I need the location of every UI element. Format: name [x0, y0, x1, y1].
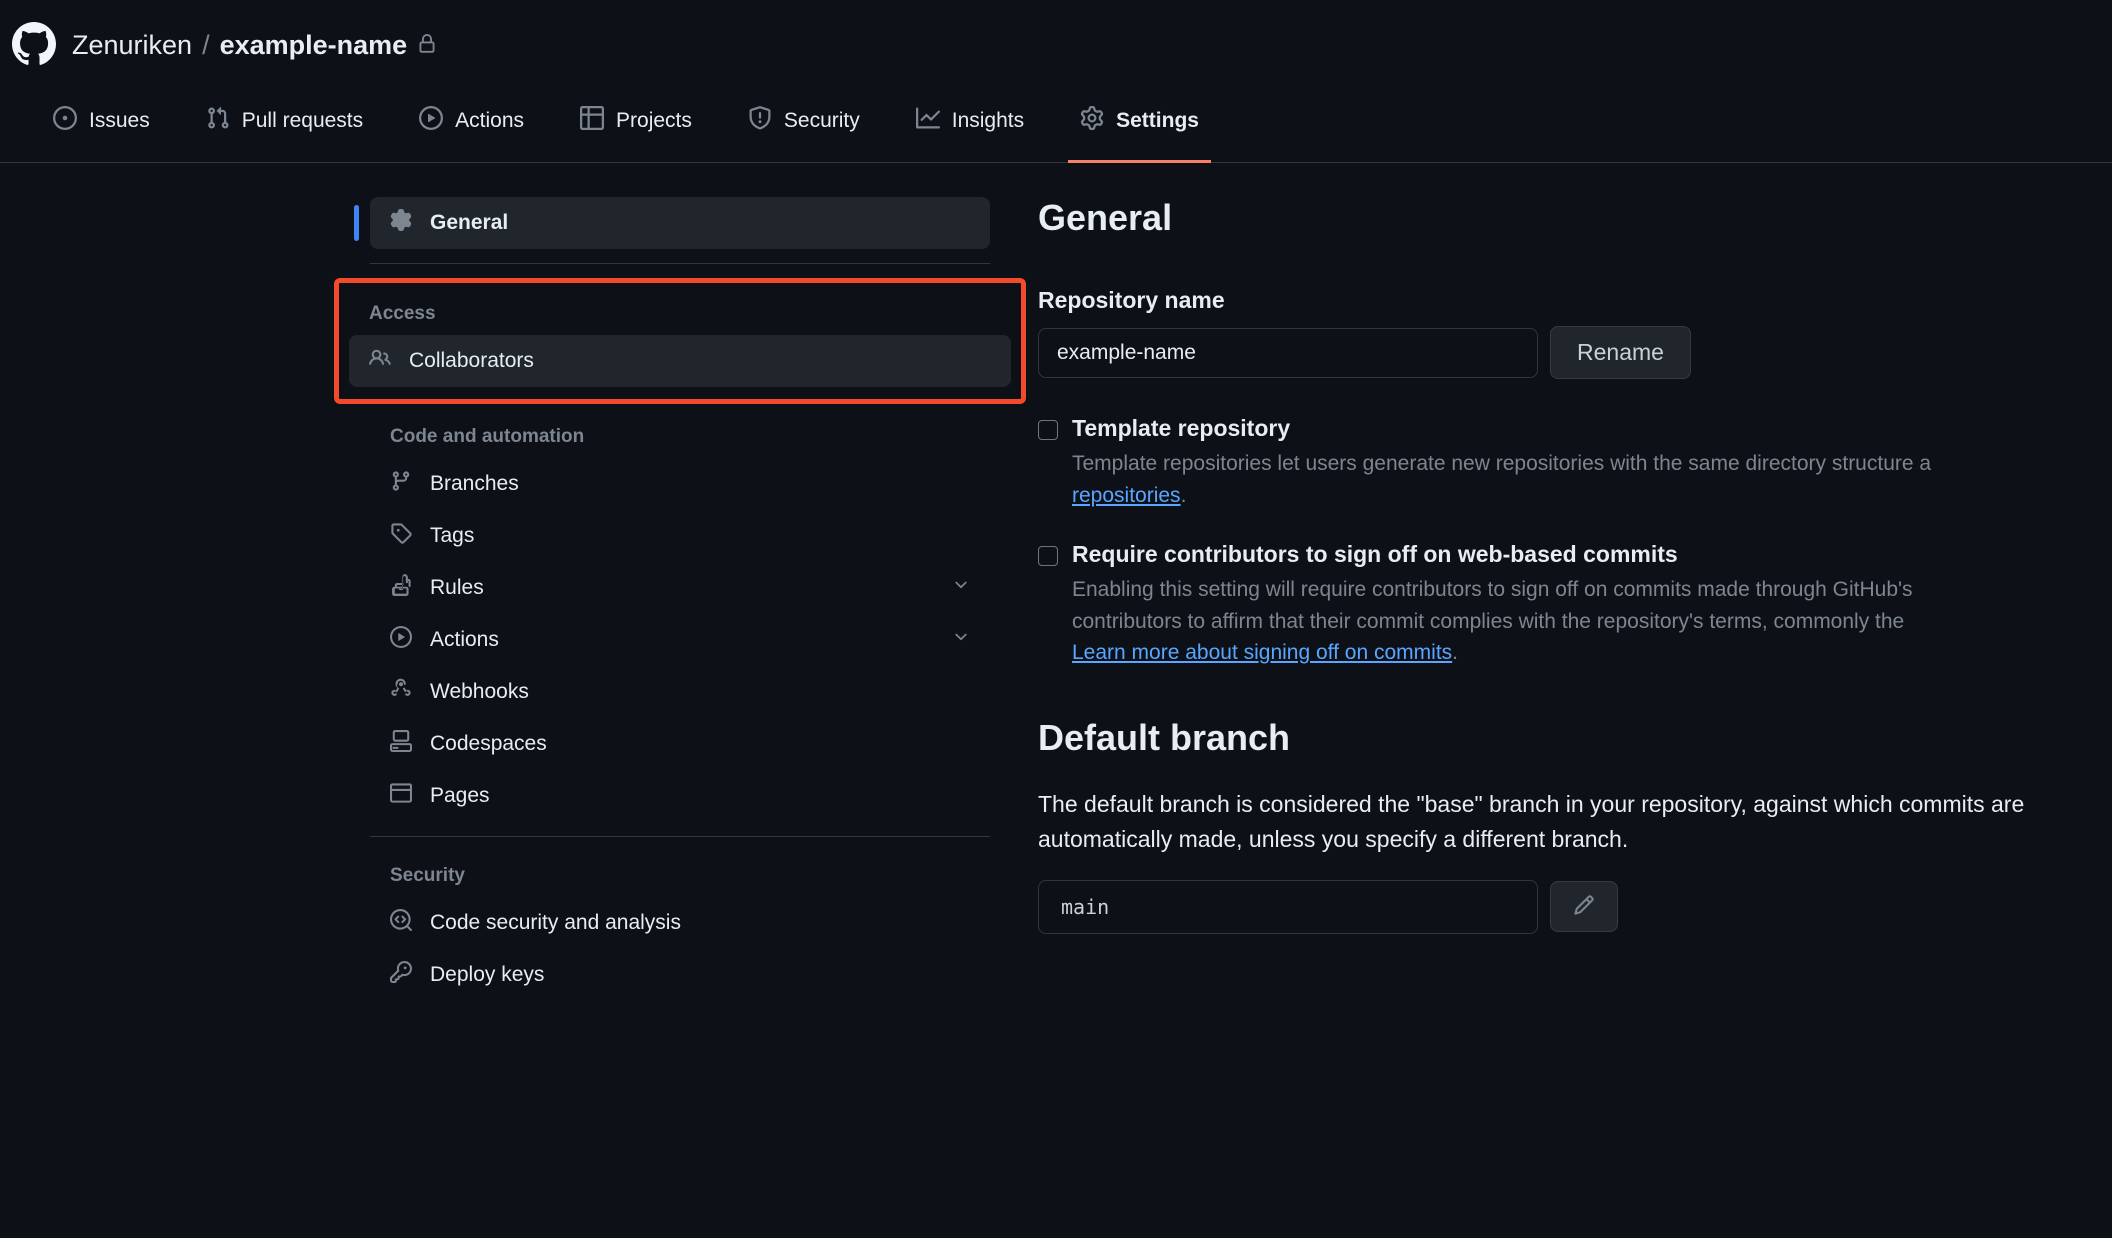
tab-label: Insights	[952, 109, 1024, 133]
sidebar-divider	[370, 836, 990, 837]
template-repo-checkbox[interactable]	[1038, 420, 1058, 440]
lock-icon	[417, 30, 437, 61]
tab-label: Projects	[616, 109, 692, 133]
tab-pull-requests[interactable]: Pull requests	[194, 92, 375, 163]
template-repo-desc: Template repositories let users generate…	[1072, 448, 2112, 511]
webhook-icon	[390, 678, 412, 706]
sidebar-item-general[interactable]: General	[370, 197, 990, 249]
highlight-annotation: Access Collaborators	[334, 278, 1026, 404]
tab-projects[interactable]: Projects	[568, 92, 704, 163]
rules-icon	[390, 574, 412, 602]
chevron-down-icon	[952, 576, 970, 600]
repo-header: Zenuriken / example-name	[0, 0, 2112, 91]
tag-icon	[390, 522, 412, 550]
sidebar-item-codespaces[interactable]: Codespaces	[370, 718, 990, 770]
gear-icon	[1080, 106, 1104, 136]
tab-security[interactable]: Security	[736, 92, 872, 163]
page-title: General	[1038, 197, 2112, 239]
sidebar-divider	[370, 263, 990, 264]
default-branch-title: Default branch	[1038, 717, 2112, 759]
sidebar-item-webhooks[interactable]: Webhooks	[370, 666, 990, 718]
breadcrumb: Zenuriken / example-name	[72, 30, 437, 61]
sidebar-item-collaborators[interactable]: Collaborators	[349, 335, 1011, 387]
graph-icon	[916, 106, 940, 136]
repo-name-label: Repository name	[1038, 287, 2112, 314]
tab-label: Pull requests	[242, 109, 363, 133]
breadcrumb-separator: /	[202, 30, 210, 61]
table-icon	[580, 106, 604, 136]
sidebar-item-rules[interactable]: Rules	[370, 562, 990, 614]
signoff-link[interactable]: Learn more about signing off on commits	[1072, 641, 1452, 664]
gear-icon	[390, 209, 412, 237]
sidebar-item-label: Codespaces	[430, 732, 547, 756]
key-icon	[390, 961, 412, 989]
pencil-icon	[1573, 894, 1595, 919]
template-repo-link[interactable]: repositories	[1072, 484, 1181, 507]
sidebar-item-branches[interactable]: Branches	[370, 458, 990, 510]
sidebar-item-label: Collaborators	[409, 349, 534, 373]
sidebar-item-label: General	[430, 211, 508, 235]
signoff-desc: Enabling this setting will require contr…	[1072, 574, 2112, 669]
tab-label: Settings	[1116, 109, 1199, 133]
play-icon	[419, 106, 443, 136]
browser-icon	[390, 782, 412, 810]
tab-settings[interactable]: Settings	[1068, 92, 1211, 163]
shield-icon	[748, 106, 772, 136]
tab-label: Issues	[89, 109, 150, 133]
tab-label: Security	[784, 109, 860, 133]
sidebar-item-label: Webhooks	[430, 680, 529, 704]
play-icon	[390, 626, 412, 654]
settings-sidebar: General Access Collaborators Code and au…	[370, 197, 990, 1001]
sidebar-item-label: Rules	[430, 576, 484, 600]
rename-branch-button[interactable]	[1550, 881, 1618, 932]
chevron-down-icon	[952, 628, 970, 652]
git-pull-request-icon	[206, 106, 230, 136]
github-logo[interactable]	[12, 22, 56, 69]
tab-actions[interactable]: Actions	[407, 92, 536, 163]
default-branch-desc: The default branch is considered the "ba…	[1038, 787, 2112, 858]
repo-tabs: ode Issues Pull requests Actions Project…	[0, 91, 2112, 163]
sidebar-item-label: Tags	[430, 524, 474, 548]
rename-button[interactable]: Rename	[1550, 326, 1691, 379]
tab-insights[interactable]: Insights	[904, 92, 1036, 163]
sidebar-heading-access: Access	[349, 289, 1011, 335]
repo-name-input[interactable]	[1038, 328, 1538, 378]
settings-main: General Repository name Rename Template …	[1038, 197, 2112, 1001]
sidebar-item-tags[interactable]: Tags	[370, 510, 990, 562]
sidebar-heading-security: Security	[370, 851, 990, 897]
sidebar-item-pages[interactable]: Pages	[370, 770, 990, 822]
sidebar-item-label: Deploy keys	[430, 963, 544, 987]
signoff-checkbox[interactable]	[1038, 546, 1058, 566]
sidebar-item-label: Pages	[430, 784, 490, 808]
sidebar-item-label: Actions	[430, 628, 499, 652]
git-branch-icon	[390, 470, 412, 498]
default-branch-name: main	[1038, 880, 1538, 934]
sidebar-item-deploy-keys[interactable]: Deploy keys	[370, 949, 990, 1001]
tab-label: Actions	[455, 109, 524, 133]
issues-icon	[53, 106, 77, 136]
sidebar-item-code-security[interactable]: Code security and analysis	[370, 897, 990, 949]
people-icon	[369, 347, 391, 375]
tab-issues[interactable]: Issues	[41, 92, 162, 163]
breadcrumb-owner[interactable]: Zenuriken	[72, 30, 192, 61]
template-repo-label: Template repository	[1072, 415, 1290, 442]
sidebar-item-label: Code security and analysis	[430, 911, 681, 935]
sidebar-heading-code: Code and automation	[370, 412, 990, 458]
codescan-icon	[390, 909, 412, 937]
tab-code[interactable]: ode	[0, 92, 9, 163]
signoff-label: Require contributors to sign off on web-…	[1072, 541, 1678, 568]
sidebar-item-label: Branches	[430, 472, 519, 496]
sidebar-item-actions[interactable]: Actions	[370, 614, 990, 666]
breadcrumb-repo[interactable]: example-name	[220, 30, 408, 61]
codespaces-icon	[390, 730, 412, 758]
